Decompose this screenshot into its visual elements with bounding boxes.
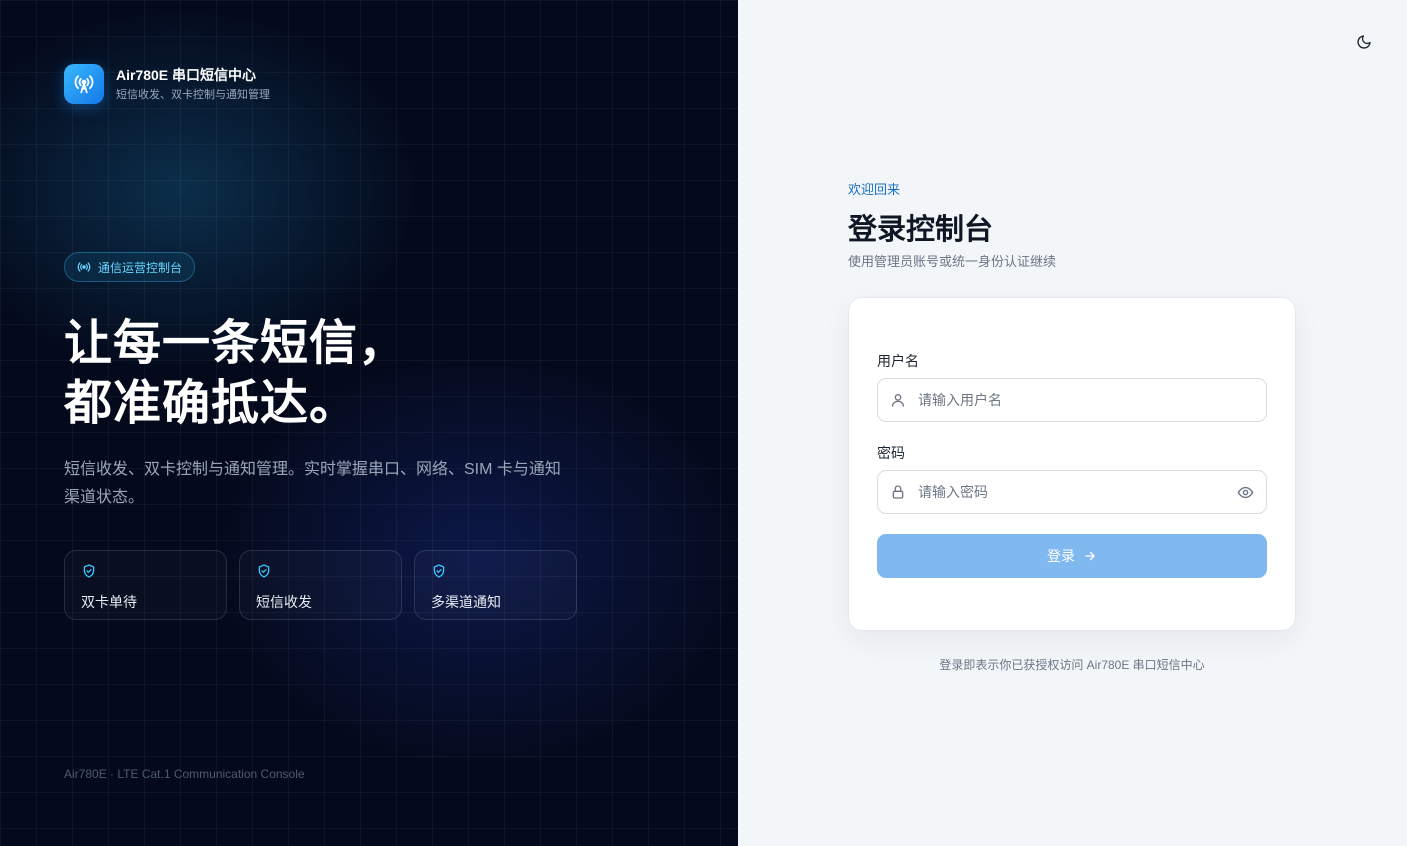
welcome-text: 欢迎回来 (848, 182, 901, 197)
username-label: 用户名 (877, 353, 919, 369)
hero-description: 短信收发、双卡控制与通知管理。实时掌握串口、网络、SIM 卡与通知渠道状态。 (64, 461, 561, 506)
page-subtitle: 使用管理员账号或统一身份认证继续 (848, 254, 1057, 269)
shield-check-icon (433, 564, 445, 578)
feature-card-sms: 短信收发 (239, 550, 402, 620)
brand: Air780E 串口短信中心 短信收发、双卡控制与通知管理 (64, 64, 270, 104)
shield-check-icon (83, 564, 95, 578)
hero-panel: Air780E 串口短信中心 短信收发、双卡控制与通知管理 通信运营控制台 让每… (0, 0, 738, 846)
toggle-password-visibility[interactable] (1237, 484, 1254, 501)
page-title: 登录控制台 (848, 214, 994, 246)
console-badge: 通信运营控制台 (64, 252, 196, 282)
password-input[interactable] (918, 484, 1237, 500)
authorization-notice: 登录即表示你已获授权访问 Air780E 串口短信中心 (939, 658, 1205, 672)
feature-label: 双卡单待 (81, 594, 137, 610)
feature-list: 双卡单待 短信收发 多渠道通知 (64, 550, 577, 620)
badge-label: 通信运营控制台 (98, 260, 183, 275)
password-label: 密码 (877, 445, 905, 461)
password-field[interactable] (877, 470, 1267, 514)
login-button[interactable]: 登录 (877, 534, 1267, 578)
lock-icon (892, 485, 904, 499)
broadcast-icon (77, 262, 91, 272)
hero-headline: 让每一条短信， 都准确抵达。 (64, 314, 407, 434)
moon-icon (1357, 35, 1371, 49)
feature-card-notify: 多渠道通知 (414, 550, 577, 620)
feature-label: 多渠道通知 (431, 594, 501, 610)
user-icon (892, 394, 904, 407)
login-panel: 欢迎回来 登录控制台 使用管理员账号或统一身份认证继续 用户名 密码 (738, 0, 1407, 846)
theme-toggle-button[interactable] (1353, 31, 1375, 53)
login-card: 用户名 密码 登录 (848, 297, 1296, 631)
shield-check-icon (258, 564, 270, 578)
headline-line-1: 让每一条短信， (64, 317, 408, 370)
feature-label: 短信收发 (256, 594, 312, 610)
headline-line-2: 都准确抵达。 (64, 377, 359, 430)
login-button-label: 登录 (1047, 548, 1075, 564)
username-field[interactable] (877, 378, 1267, 422)
username-input[interactable] (918, 392, 1254, 408)
brand-title: Air780E 串口短信中心 (116, 67, 257, 83)
brand-subtitle: 短信收发、双卡控制与通知管理 (116, 89, 270, 101)
eye-icon (1237, 486, 1254, 498)
arrow-right-icon (1085, 551, 1095, 561)
console-footer: Air780E · LTE Cat.1 Communication Consol… (64, 767, 305, 781)
feature-card-dual-sim: 双卡单待 (64, 550, 227, 620)
signal-tower-icon (64, 64, 104, 104)
